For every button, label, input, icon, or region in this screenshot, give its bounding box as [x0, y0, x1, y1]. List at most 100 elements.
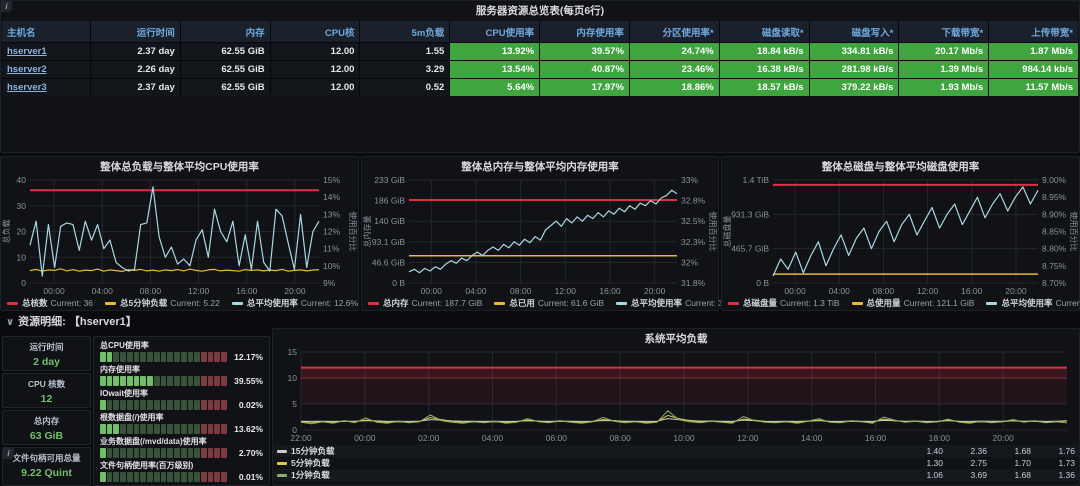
svg-text:20:00: 20:00 — [1005, 286, 1027, 296]
stat-title: CPU 核数 — [3, 378, 90, 390]
legend-item[interactable]: 总内存Current: 187.7 GiB — [368, 297, 482, 309]
legend-current-value: Current: 36 — [51, 298, 94, 308]
legend-item[interactable]: 总已用Current: 61.6 GiB — [494, 297, 604, 309]
legend-item[interactable]: 总磁盘量Current: 1.3 TiB — [728, 297, 840, 309]
stat-panel-file-handles: i 文件句柄可用总量 9.22 Quint — [2, 447, 91, 486]
host-link[interactable]: hserver3 — [7, 82, 47, 93]
host-link[interactable]: hserver2 — [7, 64, 47, 75]
chevron-down-icon[interactable]: ∨ — [6, 317, 14, 328]
gauge-cell — [194, 400, 200, 410]
table-header-9[interactable]: 磁盘写入* — [810, 21, 899, 42]
legend-item[interactable]: 总核数Current: 36 — [7, 297, 93, 309]
gauge-cell — [127, 352, 133, 362]
chart-title[interactable]: 系统平均负载 — [273, 329, 1079, 347]
stat-panel-total-memory: 总内存 63 GiB — [2, 410, 91, 445]
gauge-cell — [174, 376, 180, 386]
table-header-6[interactable]: 内存使用率 — [540, 21, 629, 42]
gauge-cell — [154, 472, 160, 482]
table-header-11[interactable]: 上传带宽* — [989, 21, 1078, 42]
detail-row-title: 资源明细: 【hserver1】 — [18, 316, 137, 328]
svg-text:使用百分比: 使用百分比 — [348, 212, 357, 252]
table-panel-title[interactable]: 服务器资源总览表(每页6行) — [1, 1, 1079, 19]
table-header-2[interactable]: 内存 — [181, 21, 270, 42]
svg-text:0 B: 0 B — [392, 278, 405, 288]
gauge-cell — [107, 376, 113, 386]
table-cell: 20.17 Mb/s — [899, 43, 988, 60]
table-cell: 62.55 GiB — [181, 79, 270, 96]
load-cpu-chart: 0102030409%10%11%12%13%14%15%使用百分比总负载00:… — [2, 175, 357, 296]
gauge-cell — [113, 376, 119, 386]
table-header-10[interactable]: 下载带宽* — [899, 21, 988, 42]
gauge-cell — [188, 448, 194, 458]
table-cell: 39.57% — [540, 43, 629, 60]
svg-text:9.00%: 9.00% — [1042, 175, 1067, 185]
table-header-7[interactable]: 分区使用率* — [630, 21, 719, 42]
gauge-cell — [134, 352, 140, 362]
svg-text:总负载: 总负载 — [2, 220, 11, 244]
gauge-value: 0.01% — [227, 472, 263, 482]
stat-value: 63 GiB — [3, 430, 90, 442]
table-cell: 16.38 kB/s — [720, 61, 809, 78]
gauge-cell — [127, 400, 133, 410]
gauge-cell — [208, 352, 214, 362]
svg-text:140 GiB: 140 GiB — [374, 216, 405, 226]
panel-info-icon[interactable]: i — [3, 448, 14, 459]
panel-info-icon[interactable]: i — [1, 1, 12, 12]
legend-item[interactable]: 总平均使用率Current: 12.6% — [232, 297, 358, 309]
table-cell: 334.81 kB/s — [810, 43, 899, 60]
gauge-cell — [201, 448, 207, 458]
gauge-cell — [147, 448, 153, 458]
legend-stat-value: 1.68 — [987, 446, 1031, 456]
svg-text:32.3%: 32.3% — [681, 237, 706, 247]
legend-series-name[interactable]: 5分钟负载 — [291, 457, 330, 469]
gauge-cell — [147, 472, 153, 482]
gauge-cell — [208, 448, 214, 458]
svg-text:使用百分比: 使用百分比 — [1069, 212, 1078, 252]
gauge-cell — [174, 400, 180, 410]
table-header-0[interactable]: 主机名 — [2, 21, 90, 42]
legend-series-name[interactable]: 1分钟负载 — [291, 469, 330, 481]
load-legend-row: 5分钟负载1.302.751.701.73 — [273, 457, 1079, 469]
legend-item[interactable]: 总使用量Current: 121.1 GiB — [852, 297, 975, 309]
gauge-内存使用率: 内存使用率39.55% — [100, 364, 263, 386]
gauge-cell — [214, 376, 220, 386]
table-header-8[interactable]: 磁盘读取* — [720, 21, 809, 42]
chart-title[interactable]: 整体总负载与整体平均CPU使用率 — [1, 157, 358, 175]
legend-item[interactable]: 总平均使用率Current: 8.9% — [986, 297, 1080, 309]
chart-title[interactable]: 整体总磁盘与整体平均磁盘使用率 — [722, 157, 1079, 175]
gauge-cell — [214, 472, 220, 482]
system-load-chart: 05101522:0000:0002:0004:0006:0008:0010:0… — [277, 347, 1075, 443]
table-header-1[interactable]: 运行时间 — [91, 21, 180, 42]
table-header-4[interactable]: 5m负载 — [360, 21, 449, 42]
svg-text:8.75%: 8.75% — [1042, 261, 1067, 271]
svg-text:32.5%: 32.5% — [681, 216, 706, 226]
table-header-3[interactable]: CPU核 — [271, 21, 360, 42]
svg-text:00:00: 00:00 — [421, 286, 443, 296]
svg-text:14%: 14% — [323, 192, 340, 202]
chart-legend: 总核数Current: 36 总5分钟负载Current: 5.22 总平均使用率C… — [1, 296, 358, 309]
gauge-value: 39.55% — [227, 376, 263, 386]
chart-title[interactable]: 整体总内存与整体平均内存使用率 — [362, 157, 718, 175]
table-cell: 62.55 GiB — [181, 43, 270, 60]
gauge-label: 内存使用率 — [100, 364, 263, 375]
detail-row-header[interactable]: ∨ 资源明细: 【hserver1】 — [6, 313, 137, 329]
svg-text:11%: 11% — [323, 244, 340, 254]
svg-text:22:00: 22:00 — [290, 433, 312, 443]
gauge-cell — [208, 400, 214, 410]
legend-item[interactable]: 总5分钟负载Current: 5.22 — [105, 297, 220, 309]
legend-current-value: Current: 187.7 GiB — [412, 298, 483, 308]
table-cell: 23.46% — [630, 61, 719, 78]
gauge-cell — [113, 400, 119, 410]
disk-chart-panel: 整体总磁盘与整体平均磁盘使用率 0 B465.7 GiB931.3 GiB1.4… — [721, 156, 1080, 311]
gauge-value: 13.62% — [227, 424, 263, 434]
svg-text:00:00: 00:00 — [354, 433, 376, 443]
gauge-cell — [127, 448, 133, 458]
svg-text:总内存量: 总内存量 — [363, 216, 372, 248]
table-header-5[interactable]: CPU使用率 — [450, 21, 539, 42]
gauge-bar — [100, 472, 227, 482]
gauge-cell — [140, 400, 146, 410]
legend-series-name[interactable]: 15分钟负载 — [291, 445, 334, 457]
svg-text:12:00: 12:00 — [737, 433, 759, 443]
svg-text:12:00: 12:00 — [917, 286, 939, 296]
host-link[interactable]: hserver1 — [7, 46, 47, 57]
